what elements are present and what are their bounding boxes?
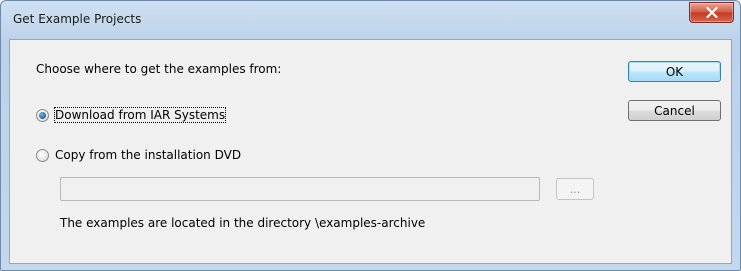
window-title: Get Example Projects xyxy=(13,12,142,26)
dialog-content: Choose where to get the examples from: O… xyxy=(9,39,732,264)
close-icon xyxy=(705,7,718,18)
title-bar[interactable]: Get Example Projects xyxy=(1,1,740,39)
option-download-label[interactable]: Download from IAR Systems xyxy=(53,107,227,123)
radio-copy-dvd[interactable] xyxy=(36,148,49,162)
option-copy-dvd[interactable]: Copy from the installation DVD xyxy=(36,148,241,162)
prompt-label: Choose where to get the examples from: xyxy=(36,62,282,76)
ok-button[interactable]: OK xyxy=(628,61,721,82)
dvd-path-input[interactable] xyxy=(60,177,540,201)
option-download[interactable]: Download from IAR Systems xyxy=(36,107,227,123)
cancel-button[interactable]: Cancel xyxy=(628,100,721,121)
get-example-projects-dialog: Get Example Projects Choose where to get… xyxy=(0,0,741,271)
option-copy-dvd-label[interactable]: Copy from the installation DVD xyxy=(55,148,241,162)
browse-button[interactable]: ... xyxy=(556,178,594,200)
examples-location-text: The examples are located in the director… xyxy=(60,216,426,230)
radio-download[interactable] xyxy=(36,108,49,122)
close-button[interactable] xyxy=(689,2,734,23)
